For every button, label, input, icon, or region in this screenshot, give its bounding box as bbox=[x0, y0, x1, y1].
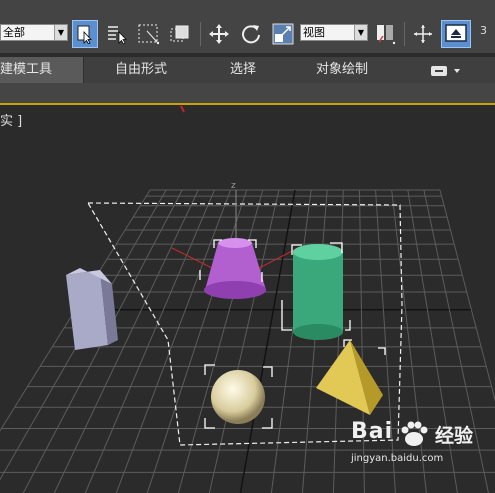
ribbon-panel bbox=[0, 83, 495, 103]
manipulate-button[interactable] bbox=[441, 20, 471, 48]
grid-line bbox=[301, 189, 328, 493]
ribbon-options-icon bbox=[431, 66, 460, 76]
select-object-button[interactable] bbox=[72, 20, 98, 48]
reference-coordinate-dropdown[interactable]: 视图 ▼ bbox=[300, 24, 368, 41]
cone-object[interactable] bbox=[204, 238, 266, 299]
watermark-brand-suffix: 经验 bbox=[435, 425, 474, 447]
select-by-name-button[interactable] bbox=[104, 20, 130, 48]
tab-label: 建模工具 bbox=[0, 62, 53, 77]
select-object-icon bbox=[77, 25, 92, 44]
grid-line bbox=[332, 189, 344, 493]
selection-filter-dropdown[interactable]: 全部 ▼ bbox=[0, 24, 68, 41]
manipulate-icon bbox=[445, 24, 467, 42]
scale-icon bbox=[272, 23, 294, 45]
annotation-arrow bbox=[179, 106, 185, 113]
paw-logo-icon bbox=[401, 421, 428, 446]
scale-button[interactable] bbox=[270, 20, 296, 48]
tab-modeling-tools[interactable]: 建模工具 bbox=[0, 57, 84, 83]
chevron-down-icon: ▼ bbox=[354, 25, 367, 40]
pyramid-object[interactable] bbox=[316, 340, 383, 415]
rotate-button[interactable] bbox=[238, 20, 264, 48]
move-button[interactable] bbox=[206, 20, 232, 48]
grid-line bbox=[270, 189, 312, 493]
snap-icon bbox=[414, 25, 432, 43]
rectangular-selection-region-icon bbox=[138, 24, 160, 45]
snap-button[interactable] bbox=[410, 20, 436, 48]
main-toolbar: 全部 ▼ 视图 ▼ 3 bbox=[0, 0, 495, 54]
ribbon-options-button[interactable] bbox=[430, 65, 464, 77]
tab-selection[interactable]: 选择 bbox=[230, 57, 256, 83]
selection-filter-value: 全部 bbox=[3, 26, 25, 39]
toolbar-separator bbox=[200, 22, 201, 46]
sphere-object[interactable] bbox=[211, 370, 265, 424]
tab-freeform[interactable]: 自由形式 bbox=[115, 57, 167, 83]
grid-line bbox=[115, 189, 232, 493]
tab-label: 对象绘制 bbox=[316, 62, 369, 77]
toolbar-number: 3 bbox=[480, 24, 487, 37]
tab-label: 选择 bbox=[230, 62, 257, 77]
grid-line bbox=[239, 189, 296, 493]
tab-object-paint[interactable]: 对象绘制 bbox=[316, 57, 368, 83]
window-crossing-button[interactable] bbox=[167, 20, 193, 48]
rotate-icon bbox=[242, 25, 260, 44]
reference-coordinate-value: 视图 bbox=[303, 26, 325, 39]
grid-line bbox=[146, 189, 248, 493]
mirror-button[interactable] bbox=[372, 20, 398, 48]
mirror-icon bbox=[377, 25, 396, 45]
box-object[interactable] bbox=[66, 268, 118, 350]
move-icon bbox=[209, 24, 229, 44]
ribbon-divider bbox=[0, 103, 495, 105]
chevron-down-icon: ▼ bbox=[54, 25, 67, 40]
select-by-name-icon bbox=[108, 26, 127, 45]
watermark-url: jingyan.baidu.com bbox=[351, 453, 444, 464]
rectangular-selection-region-button[interactable] bbox=[136, 20, 162, 48]
toolbar-separator bbox=[404, 22, 405, 46]
z-axis-label: z bbox=[231, 181, 236, 191]
watermark-brand: Bai bbox=[351, 419, 394, 444]
ribbon-tab-bar: 建模工具 自由形式 选择 对象绘制 bbox=[0, 57, 495, 83]
baidu-jingyan-watermark: Bai 经验 jingyan.baidu.com bbox=[345, 415, 495, 475]
window-crossing-icon bbox=[170, 25, 189, 42]
tab-label: 自由形式 bbox=[115, 62, 168, 77]
cylinder-object[interactable] bbox=[293, 244, 343, 340]
viewport-label[interactable]: 实 ] bbox=[0, 110, 22, 129]
